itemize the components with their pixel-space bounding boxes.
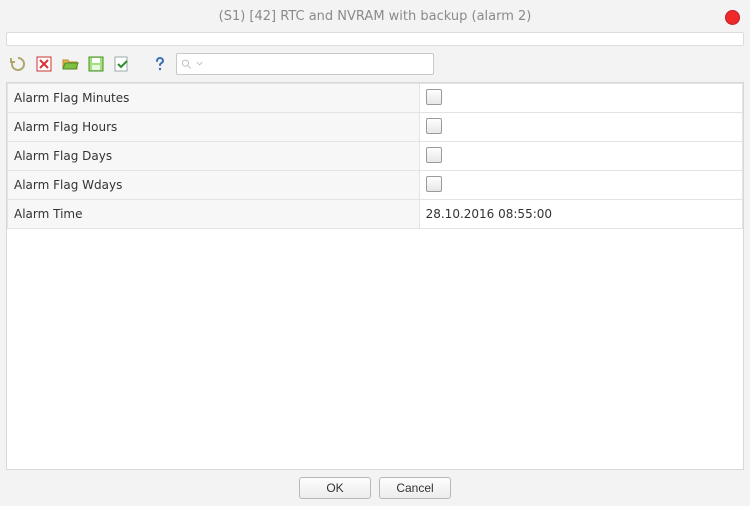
table-row: Alarm Flag Minutes — [8, 84, 743, 113]
property-label: Alarm Flag Wdays — [8, 171, 420, 200]
close-icon[interactable] — [725, 10, 740, 25]
table-row: Alarm Flag Days — [8, 142, 743, 171]
table-row: Alarm Time 28.10.2016 08:55:00 — [8, 200, 743, 229]
property-value[interactable] — [419, 113, 742, 142]
property-label: Alarm Flag Hours — [8, 113, 420, 142]
window-title: (S1) [42] RTC and NVRAM with backup (ala… — [219, 9, 532, 24]
save-icon[interactable] — [86, 54, 106, 74]
undo-icon[interactable] — [8, 54, 28, 74]
property-value[interactable]: 28.10.2016 08:55:00 — [419, 200, 742, 229]
search-icon — [181, 58, 192, 70]
help-icon[interactable] — [150, 54, 170, 74]
checkbox[interactable] — [426, 176, 442, 192]
ok-button[interactable]: OK — [299, 477, 371, 499]
apply-check-icon[interactable] — [112, 54, 132, 74]
titlebar: (S1) [42] RTC and NVRAM with backup (ala… — [0, 0, 750, 32]
search-input[interactable] — [207, 56, 429, 72]
value-text[interactable]: 28.10.2016 08:55:00 — [426, 207, 552, 221]
property-value[interactable] — [419, 142, 742, 171]
property-label: Alarm Flag Minutes — [8, 84, 420, 113]
checkbox[interactable] — [426, 89, 442, 105]
property-label: Alarm Time — [8, 200, 420, 229]
table-row: Alarm Flag Wdays — [8, 171, 743, 200]
property-grid: Alarm Flag MinutesAlarm Flag HoursAlarm … — [6, 82, 744, 470]
discard-changes-icon[interactable] — [34, 54, 54, 74]
search-field[interactable] — [176, 53, 434, 75]
cancel-button[interactable]: Cancel — [379, 477, 451, 499]
property-value[interactable] — [419, 171, 742, 200]
open-folder-icon[interactable] — [60, 54, 80, 74]
toolbar — [0, 46, 750, 80]
table-row: Alarm Flag Hours — [8, 113, 743, 142]
checkbox[interactable] — [426, 147, 442, 163]
chevron-down-icon[interactable] — [196, 60, 203, 68]
property-value[interactable] — [419, 84, 742, 113]
progress-bar — [6, 32, 744, 46]
property-label: Alarm Flag Days — [8, 142, 420, 171]
dialog-footer: OK Cancel — [0, 470, 750, 506]
checkbox[interactable] — [426, 118, 442, 134]
